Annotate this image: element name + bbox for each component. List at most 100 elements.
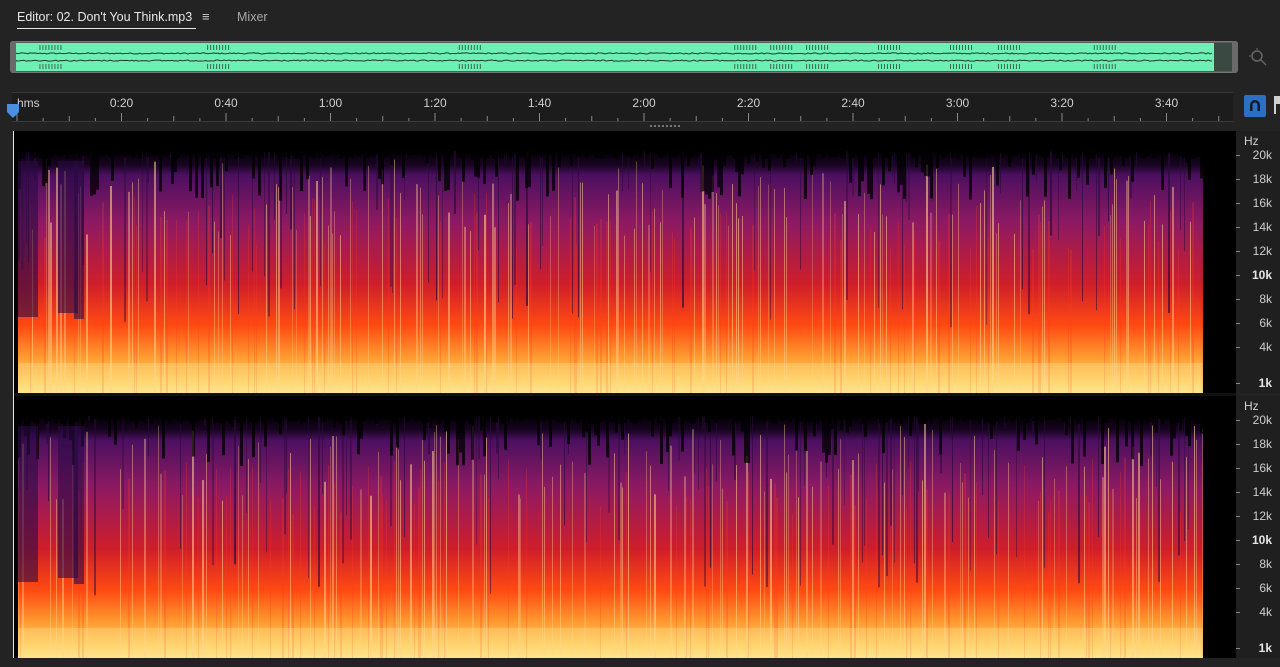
spectrogram-left-top-notch [1128,151,1131,157]
spectrogram-right-top-notch [1023,416,1026,440]
spectrogram-channel-left[interactable] [14,131,1236,393]
spectrogram-right-top-notch [738,416,741,421]
spectrogram-right-texture [434,432,435,658]
spectrogram-left-top-notch [390,151,393,165]
spectrogram-right-texture [800,416,801,586]
spectrogram-right-top-notch [381,416,384,417]
spectrogram-right-energy-band [18,416,1203,658]
spectrogram-right-top-notch [192,416,195,457]
spectrogram-right-top-notch [1140,416,1143,466]
spectrogram-right-top-notch [939,416,942,455]
spectrogram-right-texture [486,437,487,658]
spectrogram-left-top-notch [1029,151,1032,153]
spectrogram-right-texture [1124,457,1126,658]
spectrogram-right-texture [310,438,311,658]
panel-resize-grip[interactable] [650,124,680,128]
spectrogram-right-texture [330,446,331,658]
spectrogram-channel-right[interactable] [14,396,1236,658]
spectrogram-left-top-notch [21,151,24,159]
spectrogram-left-top-notch [870,151,873,200]
spectrogram-right-top-notch [366,416,369,418]
spectrogram-right-top-notch [798,416,801,423]
spectrogram-right-top-notch [1176,416,1179,423]
marker-icon[interactable] [1272,96,1280,116]
spectrogram-left-top-notch [405,151,408,155]
spectrogram-left-top-notch [600,151,603,159]
tab-mixer[interactable]: Mixer [237,8,268,28]
snap-toggle-button[interactable] [1244,95,1266,117]
spectrogram-right-top-notch [846,416,849,433]
zoom-to-fit-icon[interactable] [1248,47,1268,67]
spectrogram-right-texture [908,416,909,468]
spectrogram-left-top-notch [393,151,396,153]
spectrogram-right-top-notch [816,416,819,424]
spectrogram-left-top-notch [489,151,492,155]
spectrogram-left-top-notch [813,151,816,167]
spectrogram-right-top-notch [630,416,633,422]
spectrogram-left-top-notch [1044,151,1047,197]
spectrogram-left-texture [926,164,928,393]
spectrogram-left-top-notch [960,151,963,154]
overview-waveform[interactable] [10,41,1238,73]
spectrogram-right-top-notch [864,416,867,437]
spectrogram-right-top-notch [438,416,441,424]
spectrogram-right-top-notch [801,416,804,422]
spectrogram-right-top-notch [1086,416,1089,422]
spectrogram-left-top-notch [36,151,39,157]
spectrogram-left-top-notch [1011,151,1014,156]
spectrogram-left-top-notch [546,151,549,197]
spectrogram-right-top-notch [882,416,885,454]
spectrogram-right-top-notch [558,416,561,423]
spectrogram-right-top-notch [729,416,732,418]
spectrogram-left-top-notch [816,151,819,153]
spectrogram-left-quiet-region [18,161,38,317]
spectrogram-right-top-notch [906,416,909,418]
spectrogram-left-top-notch [1149,151,1152,154]
spectrogram-left-top-notch [882,151,885,186]
spectrogram-left-top-notch [741,151,744,175]
spectrogram-left-top-notch [699,151,702,153]
playhead-marker[interactable] [7,104,19,120]
spectrogram-right-top-notch [231,416,234,428]
spectrogram-left-top-notch [363,151,366,191]
spectrogram-right-top-notch [42,416,45,417]
spectrogram-right-top-notch [330,416,333,420]
spectrogram-left-top-notch [714,151,717,159]
ruler-time-label: 0:20 [109,96,134,110]
spectrogram-right-top-notch [1020,416,1023,419]
spectrogram-left-top-notch [579,151,582,156]
spectrogram-graphic-right [14,396,1236,658]
spectrogram-left-top-notch [360,151,363,153]
spectrogram-left-top-notch [1158,151,1161,153]
spectrogram-right-top-notch [354,416,357,419]
spectrogram-left-top-notch [633,151,636,155]
spectrogram-left-top-notch [1146,151,1149,156]
spectrogram-right-top-notch [672,416,675,423]
frequency-label: 4k [1259,605,1272,619]
spectrogram-right-texture [346,416,347,516]
spectrogram-left-texture [1116,178,1117,393]
overview-right-handle[interactable] [1232,41,1238,73]
spectrogram-left-top-notch [45,151,48,184]
spectrogram-right-top-notch [1047,416,1050,421]
spectrogram-left-top-notch [96,151,99,190]
spectrogram-right-texture [436,425,437,658]
spectrogram-left-top-notch [744,151,747,157]
spectrogram-right-texture [894,416,895,563]
time-ruler[interactable]: hms 0:20 0:40 1:00 1:20 1:40 2:00 2:20 2:40 3:00… [12,92,1233,122]
frequency-tick [1236,564,1240,565]
tab-editor[interactable]: Editor: 02. Don't You Think.mp3 [17,8,197,29]
spectrogram-left-texture [1172,186,1174,393]
spectrogram-left-top-notch [627,151,630,157]
spectrogram-left-texture [770,151,771,320]
spectrogram-right-top-notch [720,416,723,417]
spectrogram-left-texture [908,151,910,220]
spectrogram-left-top-notch [993,151,996,154]
spectrogram-right-texture [540,416,542,460]
spectrogram-left-texture [618,168,619,393]
spectrogram-right-top-notch [843,416,846,420]
spectrogram-right-top-notch [735,416,738,424]
panel-menu-icon[interactable]: ≡ [202,9,210,24]
spectrogram-right-top-notch [1110,416,1113,419]
spectrogram-right-top-notch [1173,416,1176,439]
